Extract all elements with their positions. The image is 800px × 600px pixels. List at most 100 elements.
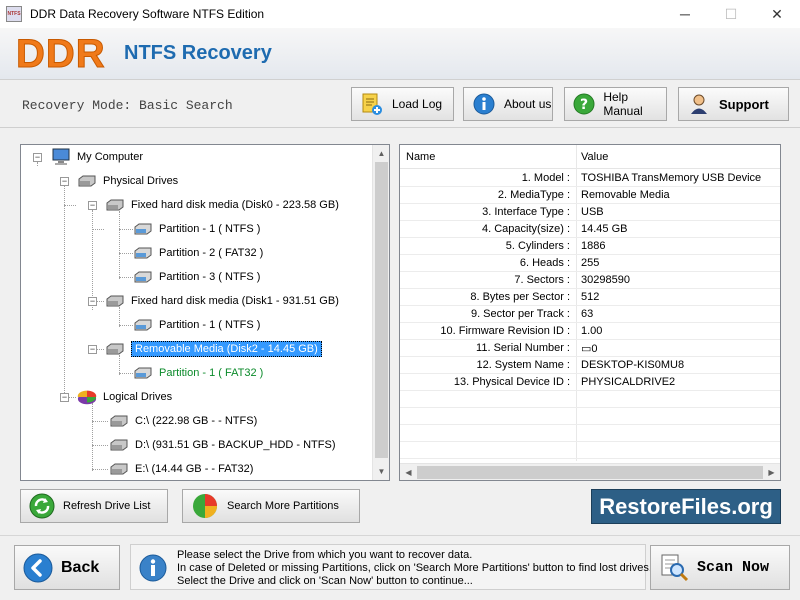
tree-node-disk0[interactable]: Fixed hard disk media (Disk0 - 223.58 GB…	[105, 195, 339, 215]
property-value: 1.00	[581, 325, 603, 337]
help-manual-label: Help Manual	[603, 90, 643, 118]
tree-node-disk2[interactable]: Removable Media (Disk2 - 14.45 GB)	[105, 339, 322, 359]
maximize-button[interactable]: ☐	[708, 0, 754, 28]
grid-row[interactable]: 3. Interface Type : USB	[400, 204, 780, 221]
load-log-button[interactable]: Load Log	[351, 87, 454, 121]
title-bar: NTFS DDR Data Recovery Software NTFS Edi…	[0, 0, 800, 28]
tree-node-physical-drives[interactable]: Physical Drives	[77, 171, 178, 191]
partition-icon	[133, 366, 153, 380]
partition-icon	[133, 270, 153, 284]
scroll-thumb[interactable]	[417, 466, 763, 479]
tree-label: Fixed hard disk media (Disk0 - 223.58 GB…	[131, 199, 339, 211]
disk1-collapse-toggle[interactable]: −	[88, 297, 97, 306]
instructions-box: Please select the Drive from which you w…	[130, 544, 652, 590]
property-value: ▭0	[581, 343, 598, 355]
about-us-button[interactable]: About us	[463, 87, 553, 121]
back-button[interactable]: Back	[14, 545, 120, 590]
tree-node-disk1-partition1[interactable]: Partition - 1 ( NTFS )	[133, 315, 260, 335]
refresh-drive-list-button[interactable]: Refresh Drive List	[20, 489, 168, 523]
grid-row[interactable]: 2. MediaType : Removable Media	[400, 187, 780, 204]
support-button[interactable]: Support	[678, 87, 789, 121]
property-name: 9. Sector per Track :	[470, 308, 570, 320]
tree-label: My Computer	[77, 151, 144, 163]
my-computer-collapse-toggle[interactable]: −	[33, 153, 42, 162]
instruction-line-1: Please select the Drive from which you w…	[177, 549, 473, 561]
column-header-value[interactable]: Value	[581, 151, 608, 163]
window-title: DDR Data Recovery Software NTFS Edition	[30, 7, 265, 21]
support-person-icon	[687, 92, 711, 116]
search-more-partitions-button[interactable]: Search More Partitions	[182, 489, 360, 523]
scroll-down-arrow-icon[interactable]: ▼	[373, 463, 389, 480]
property-name: 13. Physical Device ID :	[453, 376, 570, 388]
help-manual-button[interactable]: ? Help Manual	[564, 87, 667, 121]
tree-node-disk2-partition1[interactable]: Partition - 1 ( FAT32 )	[133, 363, 263, 383]
partition-icon	[133, 222, 153, 236]
property-name: 4. Capacity(size) :	[481, 223, 570, 235]
grid-row[interactable]: 12. System Name : DESKTOP-KIS0MU8	[400, 357, 780, 374]
property-value: DESKTOP-KIS0MU8	[581, 359, 685, 371]
tree-node-disk1[interactable]: Fixed hard disk media (Disk1 - 931.51 GB…	[105, 291, 339, 311]
property-value: PHYSICALDRIVE2	[581, 376, 676, 388]
product-name: NTFS Recovery	[124, 42, 272, 64]
column-header-name[interactable]: Name	[406, 151, 435, 163]
grid-empty-row	[400, 442, 780, 459]
grid-row[interactable]: 13. Physical Device ID : PHYSICALDRIVE2	[400, 374, 780, 391]
instruction-line-2: In case of Deleted or missing Partitions…	[177, 562, 652, 574]
grid-row[interactable]: 7. Sectors : 30298590	[400, 272, 780, 289]
load-log-icon	[360, 92, 384, 116]
minimize-button[interactable]: ─	[662, 0, 708, 28]
grid-horizontal-scrollbar[interactable]: ◀ ▶	[400, 463, 780, 480]
tree-node-disk0-partition2[interactable]: Partition - 2 ( FAT32 )	[133, 243, 263, 263]
tree-vertical-scrollbar[interactable]: ▲ ▼	[372, 145, 389, 480]
drive-tree[interactable]: − − − − − − My Computer Physical Drives …	[20, 144, 390, 481]
scroll-thumb[interactable]	[375, 162, 388, 458]
search-more-partitions-label: Search More Partitions	[227, 500, 339, 512]
drive-icon	[109, 414, 129, 428]
tree-node-drive-e[interactable]: E:\ (14.44 GB - - FAT32)	[109, 459, 253, 479]
property-name: 3. Interface Type :	[482, 206, 570, 218]
scroll-up-arrow-icon[interactable]: ▲	[373, 145, 389, 162]
tree-node-drive-c[interactable]: C:\ (222.98 GB - - NTFS)	[109, 411, 257, 431]
tree-node-disk0-partition3[interactable]: Partition - 3 ( NTFS )	[133, 267, 260, 287]
svg-text:?: ?	[580, 97, 588, 113]
close-button[interactable]: ✕	[754, 0, 800, 28]
grid-row[interactable]: 1. Model : TOSHIBA TransMemory USB Device	[400, 170, 780, 187]
tree-node-disk0-partition1[interactable]: Partition - 1 ( NTFS )	[133, 219, 260, 239]
property-value: 14.45 GB	[581, 223, 628, 235]
physical-drives-collapse-toggle[interactable]: −	[60, 177, 69, 186]
scan-now-button[interactable]: Scan Now	[650, 545, 790, 590]
hard-drive-icon	[77, 174, 97, 188]
disk0-collapse-toggle[interactable]: −	[88, 201, 97, 210]
header-banner: DDR NTFS Recovery	[0, 28, 800, 80]
app-window: NTFS DDR Data Recovery Software NTFS Edi…	[0, 0, 800, 600]
property-name: 12. System Name :	[476, 359, 570, 371]
logical-drives-collapse-toggle[interactable]: −	[60, 393, 69, 402]
grid-row[interactable]: 6. Heads : 255	[400, 255, 780, 272]
scroll-left-arrow-icon[interactable]: ◀	[400, 464, 417, 480]
grid-row[interactable]: 8. Bytes per Sector : 512	[400, 289, 780, 306]
tree-node-logical-drives[interactable]: Logical Drives	[77, 387, 172, 407]
tree-label: D:\ (931.51 GB - BACKUP_HDD - NTFS)	[135, 439, 336, 451]
property-value: 1886	[581, 240, 606, 252]
grid-row[interactable]: 5. Cylinders : 1886	[400, 238, 780, 255]
pie-chart-icon	[77, 390, 97, 405]
disk2-collapse-toggle[interactable]: −	[88, 345, 97, 354]
support-label: Support	[719, 96, 769, 112]
scroll-right-arrow-icon[interactable]: ▶	[763, 464, 780, 480]
tree-node-drive-d[interactable]: D:\ (931.51 GB - BACKUP_HDD - NTFS)	[109, 435, 336, 455]
property-value: Removable Media	[581, 189, 670, 201]
grid-row[interactable]: 11. Serial Number : ▭0	[400, 340, 780, 357]
grid-empty-row	[400, 425, 780, 442]
back-label: Back	[61, 558, 100, 576]
tree-node-my-computer[interactable]: My Computer	[51, 147, 143, 167]
property-value: TOSHIBA TransMemory USB Device	[581, 172, 762, 184]
property-value: 30298590	[581, 274, 630, 286]
ddr-logo: DDR	[16, 32, 106, 77]
tree-label: E:\ (14.44 GB - - FAT32)	[135, 463, 254, 475]
grid-row[interactable]: 10. Firmware Revision ID : 1.00	[400, 323, 780, 340]
grid-row[interactable]: 9. Sector per Track : 63	[400, 306, 780, 323]
partition-icon	[133, 246, 153, 260]
tree-label: Partition - 3 ( NTFS )	[159, 271, 261, 283]
grid-row[interactable]: 4. Capacity(size) : 14.45 GB	[400, 221, 780, 238]
hard-drive-icon	[105, 198, 125, 212]
